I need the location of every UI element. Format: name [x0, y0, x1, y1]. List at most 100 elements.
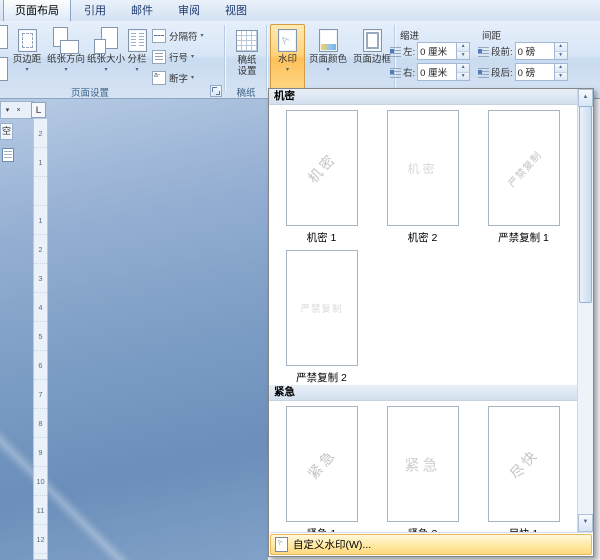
margins-label: 页边距 [13, 54, 42, 65]
line-numbers-button[interactable]: 行号 ▾ [152, 49, 194, 65]
text-direction-button-clipped[interactable] [0, 25, 8, 89]
tab-view[interactable]: 视图 [213, 0, 259, 21]
document-canvas[interactable]: ▾ × L 空 2112345678910111213 [0, 98, 268, 560]
custom-watermark-item[interactable]: 自定义水印(W)... [270, 534, 592, 555]
tab-references[interactable]: 引用 [72, 0, 118, 21]
chevron-down-icon: ▾ [326, 67, 329, 73]
breaks-button[interactable]: 分隔符 ▾ [152, 28, 204, 44]
pane-tab[interactable]: 空 [0, 123, 13, 140]
custom-watermark-icon [275, 537, 288, 552]
spacing-after-row: 段后: ▲ ▼ [478, 63, 568, 81]
watermark-option-urgent-1[interactable]: 紧急 紧急 1 [271, 401, 372, 532]
watermark-text: 严禁复制 [503, 147, 544, 190]
tab-page-layout[interactable]: 页面布局 [3, 0, 71, 21]
pane-mini-toolbar: ▾ × [0, 101, 34, 119]
orientation-button[interactable]: 纸张方向 ▾ [46, 24, 86, 92]
line-numbers-label: 行号 [169, 50, 188, 64]
watermark-button[interactable]: 水印 ▾ [270, 24, 305, 92]
indent-right-row: 右: ▲ ▼ [390, 63, 470, 81]
page-borders-button[interactable]: 页面边框 [350, 24, 394, 92]
tab-mailings[interactable]: 邮件 [119, 0, 165, 21]
watermark-preview: 机密 [286, 110, 358, 226]
ruler-number: 5 [34, 322, 47, 351]
gallery-scroll-area: 机密 机密 机密 1 机密 机密 2 [269, 89, 593, 532]
columns-button[interactable]: 分栏 ▾ [122, 24, 152, 92]
watermark-option-do-not-copy-2[interactable]: 严禁复制 严禁复制 2 [271, 245, 372, 385]
ruler-number: 13 [34, 554, 47, 560]
watermark-option-label: 尽快 1 [509, 526, 539, 532]
watermark-option-label: 机密 1 [307, 230, 337, 243]
spin-buttons: ▲ ▼ [456, 64, 469, 80]
watermark-option-urgent-2[interactable]: 紧急 紧急 2 [372, 401, 473, 532]
page-setup-group-label: 页面设置 [30, 85, 150, 99]
gallery-content: 机密 机密 机密 1 机密 机密 2 [269, 89, 578, 532]
spacing-after-label: 段后: [491, 65, 513, 79]
spin-up-icon[interactable]: ▲ [457, 43, 469, 52]
watermark-option-do-not-copy-1[interactable]: 严禁复制 严禁复制 1 [473, 105, 574, 245]
tab-stop-selector[interactable]: L [31, 102, 46, 118]
paper-size-icon [94, 27, 118, 54]
watermark-preview: 严禁复制 [488, 110, 560, 226]
scrollbar-up-button[interactable]: ▲ [578, 89, 593, 107]
text-direction-icon [0, 25, 8, 49]
watermark-label: 水印 [278, 54, 297, 65]
scrollbar-thumb[interactable] [579, 106, 592, 303]
close-icon[interactable]: × [14, 105, 23, 116]
grid-paper-setup-button[interactable]: 稿纸设置 [228, 24, 266, 92]
watermark-text: 紧急 [303, 445, 341, 484]
page-setup-dialog-launcher[interactable] [210, 85, 222, 97]
tab-review[interactable]: 审阅 [166, 0, 212, 21]
page-color-label: 页面颜色 [309, 54, 347, 65]
chevron-down-icon: ▾ [135, 67, 138, 73]
orientation-icon [53, 27, 79, 54]
ruler-number: 9 [34, 438, 47, 467]
watermark-preview: 严禁复制 [286, 250, 358, 366]
vertical-ruler[interactable]: 2112345678910111213 [33, 118, 48, 560]
ruler-number: 1 [34, 148, 47, 177]
paper-group-label: 稿纸 [228, 85, 264, 99]
watermark-option-confidential-1[interactable]: 机密 机密 1 [271, 105, 372, 245]
ruler-number: 6 [34, 351, 47, 380]
spin-down-icon[interactable]: ▼ [555, 73, 567, 81]
watermark-option-asap-1[interactable]: 尽快 尽快 1 [473, 401, 574, 532]
margins-button[interactable]: 页边距 ▾ [8, 24, 46, 92]
indent-left-input[interactable] [418, 43, 456, 59]
grid-paper-icon [236, 30, 258, 52]
spin-down-icon[interactable]: ▼ [457, 52, 469, 60]
ruler-number: 12 [34, 525, 47, 554]
page-break-icon [152, 29, 166, 43]
orientation-label: 纸张方向 [47, 54, 85, 65]
indent-right-label: 右: [403, 65, 415, 79]
paper-size-button[interactable]: 纸张大小 ▾ [86, 24, 126, 92]
watermark-option-label: 紧急 1 [307, 526, 337, 532]
watermark-gallery-dropdown: 机密 机密 机密 1 机密 机密 2 [268, 88, 594, 557]
watermark-option-label: 机密 2 [408, 230, 438, 243]
chevron-down-icon: ▾ [191, 75, 194, 81]
spacing-header: 间距 [482, 28, 501, 42]
spin-up-icon[interactable]: ▲ [555, 43, 567, 52]
chevron-down-icon: ▾ [286, 67, 289, 73]
page-color-button[interactable]: 页面颜色 ▾ [306, 24, 350, 92]
spin-up-icon[interactable]: ▲ [555, 64, 567, 73]
watermark-preview: 尽快 [488, 406, 560, 522]
indent-left-row: 左: ▲ ▼ [390, 42, 470, 60]
spin-down-icon[interactable]: ▼ [555, 52, 567, 60]
spin-up-icon[interactable]: ▲ [457, 64, 469, 73]
spin-down-icon[interactable]: ▼ [457, 73, 469, 81]
hyphenation-button[interactable]: 断字 ▾ [152, 70, 194, 86]
scrollbar-down-button[interactable]: ▼ [578, 514, 593, 532]
ruler-number: 4 [34, 293, 47, 322]
spacing-after-input[interactable] [516, 64, 554, 80]
ruler-number [34, 177, 47, 206]
chevron-down-icon: ▾ [191, 54, 194, 60]
spacing-after-icon [478, 67, 489, 78]
indent-left-icon [390, 46, 401, 57]
ruler-number: 1 [34, 206, 47, 235]
spacing-before-input[interactable] [516, 43, 554, 59]
scrollbar-track[interactable]: ▲ ▼ [577, 89, 593, 532]
watermark-option-label: 严禁复制 1 [498, 230, 549, 243]
indent-right-input[interactable] [418, 64, 456, 80]
indent-header: 缩进 [400, 28, 419, 42]
pane-dropdown-icon[interactable]: ▾ [3, 105, 12, 116]
watermark-option-confidential-2[interactable]: 机密 机密 2 [372, 105, 473, 245]
